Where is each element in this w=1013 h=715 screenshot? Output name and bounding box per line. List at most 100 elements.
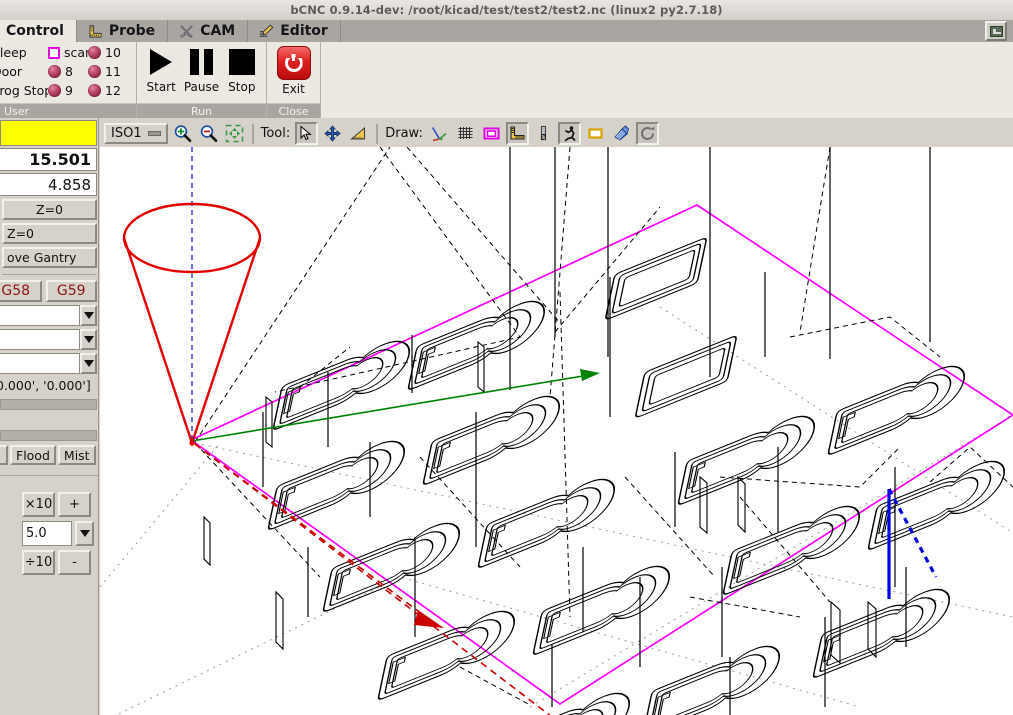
wcs-g59-button[interactable]: G59 [45,280,97,302]
draw-rectangle-button[interactable] [583,122,607,145]
led-cell-12[interactable]: 12 [88,83,128,98]
stop-button[interactable]: Stop [222,46,262,94]
machine-state-field [0,120,97,146]
combo-1-arrow[interactable] [80,305,97,326]
draw-endmill-button[interactable] [531,122,555,145]
tab-control[interactable]: Control [0,20,77,42]
tools-icon [180,24,193,38]
led-cell-9[interactable]: 9 [48,83,88,98]
step-minus-button[interactable]: - [58,550,91,575]
dro-x-value[interactable]: 15.501 [0,148,97,171]
led-row-sleep: Sleep scan 10 [0,43,132,62]
step-size-dropdown[interactable] [75,521,94,546]
draw-probe-button[interactable] [609,122,633,145]
tool-select-button[interactable] [295,122,319,145]
zoom-fit-icon [225,124,243,143]
pencil-icon [260,23,274,37]
draw-grid-button[interactable] [453,122,477,145]
stock-margin-box [189,204,1013,706]
ribbon-group-run-caption: Run [137,103,266,118]
tab-bar[interactable]: Control Probe CAM Editor [0,20,1013,42]
led-row-prog-stop: Prog Stop 9 12 [0,81,132,100]
tool-pan-button[interactable] [321,122,345,145]
draw-group-label: Draw: [385,126,423,141]
led-cell-8[interactable]: 8 [48,64,88,79]
led-cell-10[interactable]: 10 [88,45,128,60]
spindle-slider-1[interactable] [0,399,97,410]
jog-panel: ×10 + 5.0 ÷10 - [0,475,98,575]
pause-button-label: Pause [183,80,220,94]
move-icon [324,125,341,142]
led-label-12: 12 [105,83,121,98]
pause-button[interactable]: Pause [181,46,221,94]
start-button-label: Start [146,80,176,94]
runner-icon [564,126,576,142]
coolant-mist-button[interactable]: Mist [57,445,96,465]
exit-button[interactable]: Exit [273,46,315,96]
chevron-down-icon [83,360,94,367]
step-divide-button[interactable]: ÷10 [22,550,55,575]
stop-icon [228,46,255,78]
tab-cam[interactable]: CAM [168,20,249,42]
power-icon [276,46,311,80]
view-option-menu[interactable]: ISO1 [104,123,168,144]
window-title: bCNC 0.9.14-dev: /root/kicad/test/test2/… [290,3,723,17]
toolpath-geometry [266,236,1010,715]
combo-2-arrow[interactable] [80,329,97,350]
tab-editor[interactable]: Editor [248,20,341,42]
led-icon-12 [88,84,101,97]
scan-checkbox-cell[interactable]: scan [48,45,93,60]
tab-probe[interactable]: Probe [76,20,169,42]
coordinate-readout: 0.000', '0.000'] [0,378,91,393]
chevron-down-icon [79,530,90,537]
zoom-out-button[interactable] [196,122,220,145]
chevron-down-icon [83,312,94,319]
combo-3-value[interactable] [0,353,80,374]
draw-workarea-button[interactable] [505,122,529,145]
led-label-10: 10 [105,45,121,60]
endmill-icon [540,126,546,141]
combo-2-value[interactable] [0,329,80,350]
draw-rapid-button[interactable] [557,122,581,145]
led-cell-11[interactable]: 11 [88,64,128,79]
combo-3-arrow[interactable] [80,353,97,374]
step-multiply-button[interactable]: ×10 [22,492,55,517]
led-label-door: Door [0,64,23,79]
jog-row-1: ×10 + [22,492,98,517]
step-plus-button[interactable]: + [58,492,91,517]
zoom-in-button[interactable] [170,122,194,145]
combo-1-value[interactable] [0,305,80,326]
jog-row-3: ÷10 - [22,550,98,575]
view-option-label: ISO1 [111,126,142,141]
wcs-g58-button[interactable]: G58 [0,280,42,302]
draw-camera-button[interactable] [635,122,659,145]
draw-axes-button[interactable] [427,122,451,145]
cnc-3d-canvas[interactable] [100,147,1013,715]
scan-checkbox[interactable] [48,46,60,59]
axes-icon [431,127,447,142]
combo-3[interactable] [0,353,97,374]
ribbon-group-close-caption: Close [267,103,320,118]
coolant-flood-button[interactable]: Flood [10,445,56,465]
zero-z-button[interactable]: Z=0 [2,199,97,220]
combo-2[interactable] [0,329,97,350]
move-gantry-button[interactable]: ove Gantry [2,247,97,268]
spindle-slider-2[interactable] [0,430,97,441]
dro-y-value[interactable]: 4.858 [0,173,97,196]
ribbon-empty-area [321,42,1013,118]
draw-margin-button[interactable] [479,122,503,145]
chevron-down-icon [83,336,94,343]
zero-z-button-2[interactable]: Z=0 [2,223,97,244]
coolant-off-button[interactable] [0,445,8,465]
restore-window-button[interactable] [985,21,1007,41]
combo-1[interactable] [0,305,97,326]
step-size-input[interactable]: 5.0 [22,521,72,546]
zoom-fit-button[interactable] [222,122,246,145]
ribbon-group-run: Start Pause Stop Run [137,42,267,118]
tool-measure-button[interactable] [347,122,371,145]
sidebar-divider-1 [2,274,96,275]
start-button[interactable]: Start [141,46,181,94]
tool-group-label: Tool: [260,126,291,141]
exit-button-label: Exit [282,82,305,96]
jog-row-2: 5.0 [22,521,98,546]
